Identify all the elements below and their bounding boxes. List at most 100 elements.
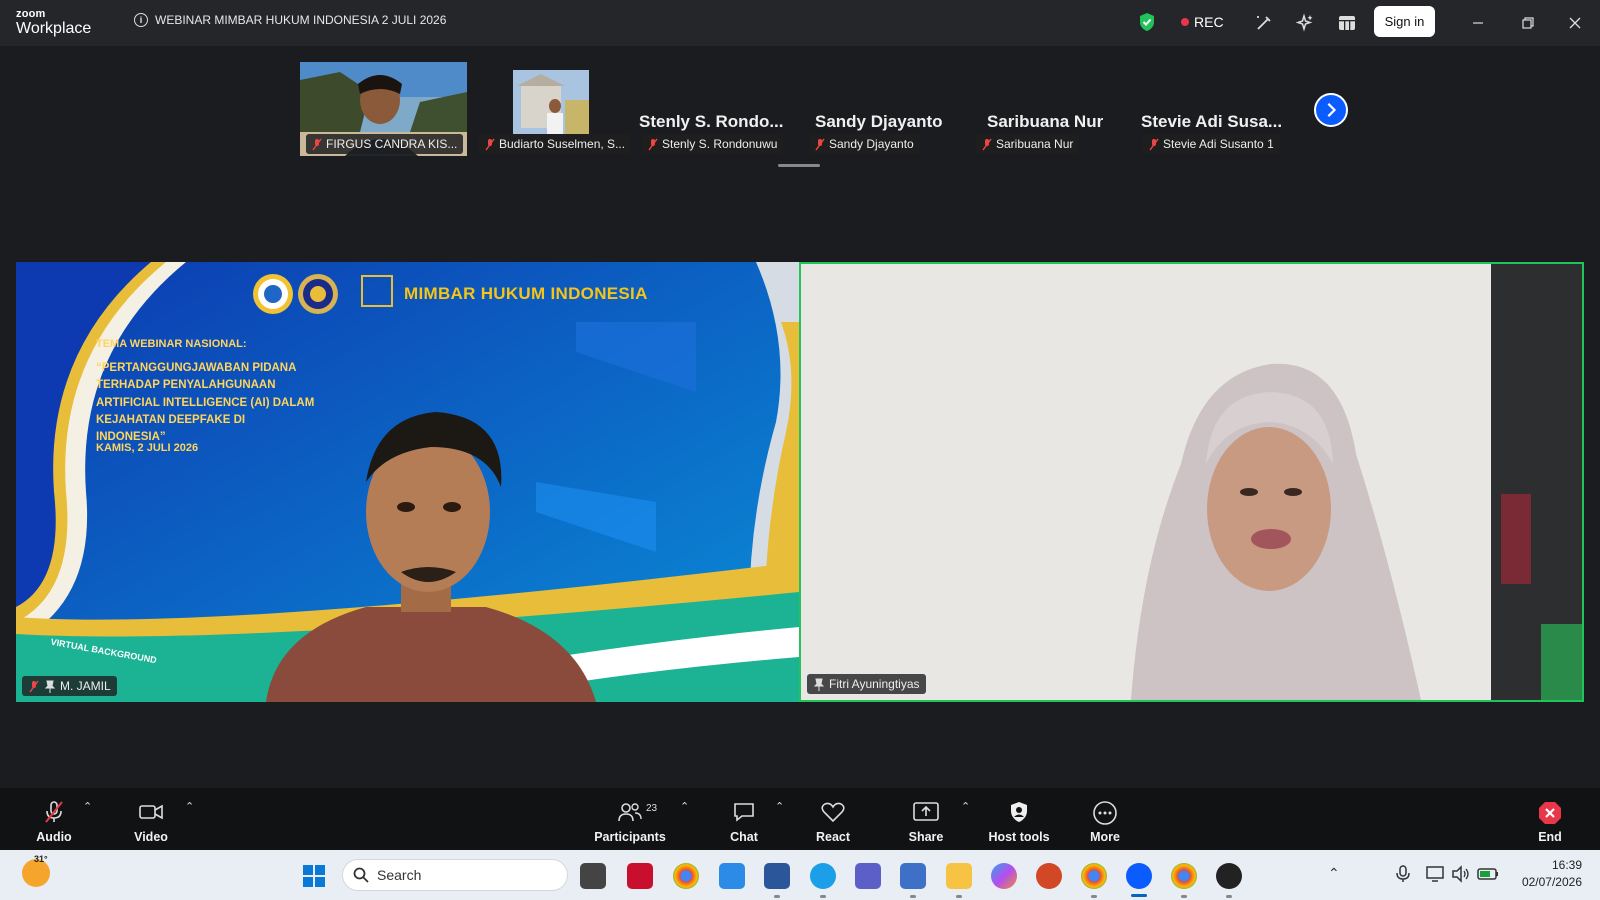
participant-tile[interactable]: Saribuana Nur Saribuana Nur [970, 62, 1130, 156]
participant-name: M. JAMIL [60, 679, 111, 693]
chrome-app-icon[interactable] [673, 863, 699, 889]
battery-icon[interactable] [1476, 865, 1500, 883]
minimize-icon[interactable] [1467, 12, 1489, 34]
info-icon[interactable]: i [134, 13, 148, 27]
word-app-icon[interactable] [764, 863, 790, 889]
mic-muted-icon [29, 680, 39, 692]
participant-video [801, 264, 1582, 700]
chat-bubble-icon [734, 803, 754, 822]
chrome-profile-app-icon[interactable] [1081, 863, 1107, 889]
participants-options-chevron-icon[interactable]: ⌃ [680, 800, 689, 813]
tray-overflow-chevron-icon[interactable]: ⌃ [1328, 865, 1340, 882]
audio-options-chevron-icon[interactable]: ⌃ [83, 800, 92, 813]
taskbar-clock[interactable]: 16:39 02/07/2026 [1512, 857, 1582, 891]
close-icon[interactable] [1564, 12, 1586, 34]
participant-name: Saribuana Nur [996, 137, 1074, 151]
zoom-app-icon[interactable] [1126, 863, 1152, 889]
video-button[interactable]: Video [127, 788, 175, 850]
participant-tile[interactable]: Stevie Adi Susa... Stevie Adi Susanto 1 [1137, 62, 1297, 156]
pin-icon [44, 680, 56, 693]
sign-in-button[interactable]: Sign in [1374, 6, 1435, 37]
running-indicator [910, 895, 916, 898]
apps-grid-icon[interactable] [1337, 13, 1357, 33]
brand-bottom: Workplace [16, 20, 92, 37]
video-camera-icon [139, 804, 163, 820]
teams-app-icon[interactable] [855, 863, 881, 889]
participant-tile[interactable]: Budiarto Suselmen, S... [473, 62, 633, 156]
copilot-app-icon[interactable] [991, 863, 1017, 889]
participant-name-tag: Saribuana Nur [976, 134, 1080, 154]
zoom-logo: zoom Workplace [16, 9, 91, 37]
annotate-icon[interactable] [1254, 13, 1274, 33]
powerpoint-app-icon[interactable] [1036, 863, 1062, 889]
recording-indicator[interactable]: REC [1181, 14, 1224, 30]
running-indicator [774, 895, 780, 898]
search-icon [353, 867, 369, 883]
clock-date: 02/07/2026 [1521, 875, 1582, 889]
video-options-chevron-icon[interactable]: ⌃ [185, 800, 194, 813]
participant-tile[interactable]: Sandy Djayanto Sandy Djayanto [803, 62, 963, 156]
search-placeholder: Search [377, 867, 422, 883]
media-player-icon[interactable] [1216, 863, 1242, 889]
file-explorer-icon[interactable] [946, 863, 972, 889]
meeting-controls: Audio ⌃ Video ⌃ Participants 23 ⌃ Chat ⌃… [0, 788, 1600, 850]
notepad-app-icon[interactable] [900, 863, 926, 889]
mic-muted-icon [1149, 138, 1159, 151]
end-button[interactable]: End [1530, 788, 1570, 850]
host-tools-button[interactable]: Host tools [988, 788, 1050, 850]
participant-name: Stenly S. Rondonuwu [662, 137, 778, 151]
network-icon[interactable] [1426, 865, 1446, 883]
active-video-left[interactable]: MIMBAR HUKUM INDONESIA TEMA WEBINAR NASI… [16, 262, 799, 702]
participant-name-tag: FIRGUS CANDRA KIS... [306, 134, 464, 154]
participant-tile[interactable]: FIRGUS CANDRA KIS... [300, 62, 467, 156]
active-video-right[interactable]: Fitri Ayuningtiyas [799, 262, 1584, 702]
participant-name: Sandy Djayanto [829, 137, 914, 151]
chat-options-chevron-icon[interactable]: ⌃ [775, 800, 784, 813]
task-view-icon[interactable] [580, 863, 606, 889]
participants-button[interactable]: Participants [594, 788, 666, 850]
mcafee-app-icon[interactable] [627, 863, 653, 889]
windows-start-icon[interactable] [302, 864, 326, 888]
clock-time: 16:39 [1551, 858, 1582, 872]
share-button[interactable]: Share [906, 788, 946, 850]
running-indicator [1091, 895, 1097, 898]
chat-button[interactable]: Chat [724, 788, 764, 850]
chrome-app-icon[interactable] [1171, 863, 1197, 889]
title-bar: zoom Workplace i WEBINAR MIMBAR HUKUM IN… [0, 0, 1600, 46]
participant-name: Fitri Ayuningtiyas [829, 677, 920, 691]
share-options-chevron-icon[interactable]: ⌃ [961, 800, 970, 813]
running-indicator [1226, 895, 1232, 898]
banner-theme-label: TEMA WEBINAR NASIONAL: [96, 338, 247, 350]
next-page-button[interactable] [1314, 93, 1348, 127]
participant-name-tag: Sandy Djayanto [809, 134, 920, 154]
meeting-info[interactable]: i WEBINAR MIMBAR HUKUM INDONESIA 2 JULI … [134, 13, 446, 27]
participant-name: Stevie Adi Susanto 1 [1163, 137, 1274, 151]
heart-icon [821, 802, 845, 823]
mic-muted-icon [982, 138, 992, 151]
participant-display-name: Stevie Adi Susa... [1141, 112, 1283, 131]
brand-top: zoom [16, 8, 46, 20]
participant-display-name: Saribuana Nur [987, 112, 1104, 131]
volume-icon[interactable] [1451, 865, 1471, 883]
participant-tile[interactable]: Stenly S. Rondo... Stenly S. Rondonuwu [636, 62, 796, 156]
banner-org-name: MIMBAR HUKUM INDONESIA [404, 284, 648, 303]
rec-label: REC [1194, 14, 1224, 30]
ai-companion-icon[interactable] [1295, 13, 1315, 33]
restore-icon[interactable] [1517, 12, 1539, 34]
react-button[interactable]: React [813, 788, 853, 850]
video-label: Video [134, 830, 168, 844]
microphone-icon[interactable] [1396, 865, 1410, 883]
mic-muted-icon [45, 801, 63, 823]
taskbar-search-box[interactable]: Search [342, 859, 568, 891]
participants-label: Participants [594, 830, 666, 844]
mic-muted-icon [815, 138, 825, 151]
host-tools-label: Host tools [988, 830, 1050, 844]
audio-button[interactable]: Audio [30, 788, 78, 850]
edge-app-icon[interactable] [810, 863, 836, 889]
mic-muted-icon [312, 138, 322, 151]
more-button[interactable]: More [1085, 788, 1125, 850]
encryption-shield-icon[interactable] [1138, 12, 1156, 32]
running-indicator [1181, 895, 1187, 898]
participant-video [513, 70, 589, 134]
todo-app-icon[interactable] [719, 863, 745, 889]
